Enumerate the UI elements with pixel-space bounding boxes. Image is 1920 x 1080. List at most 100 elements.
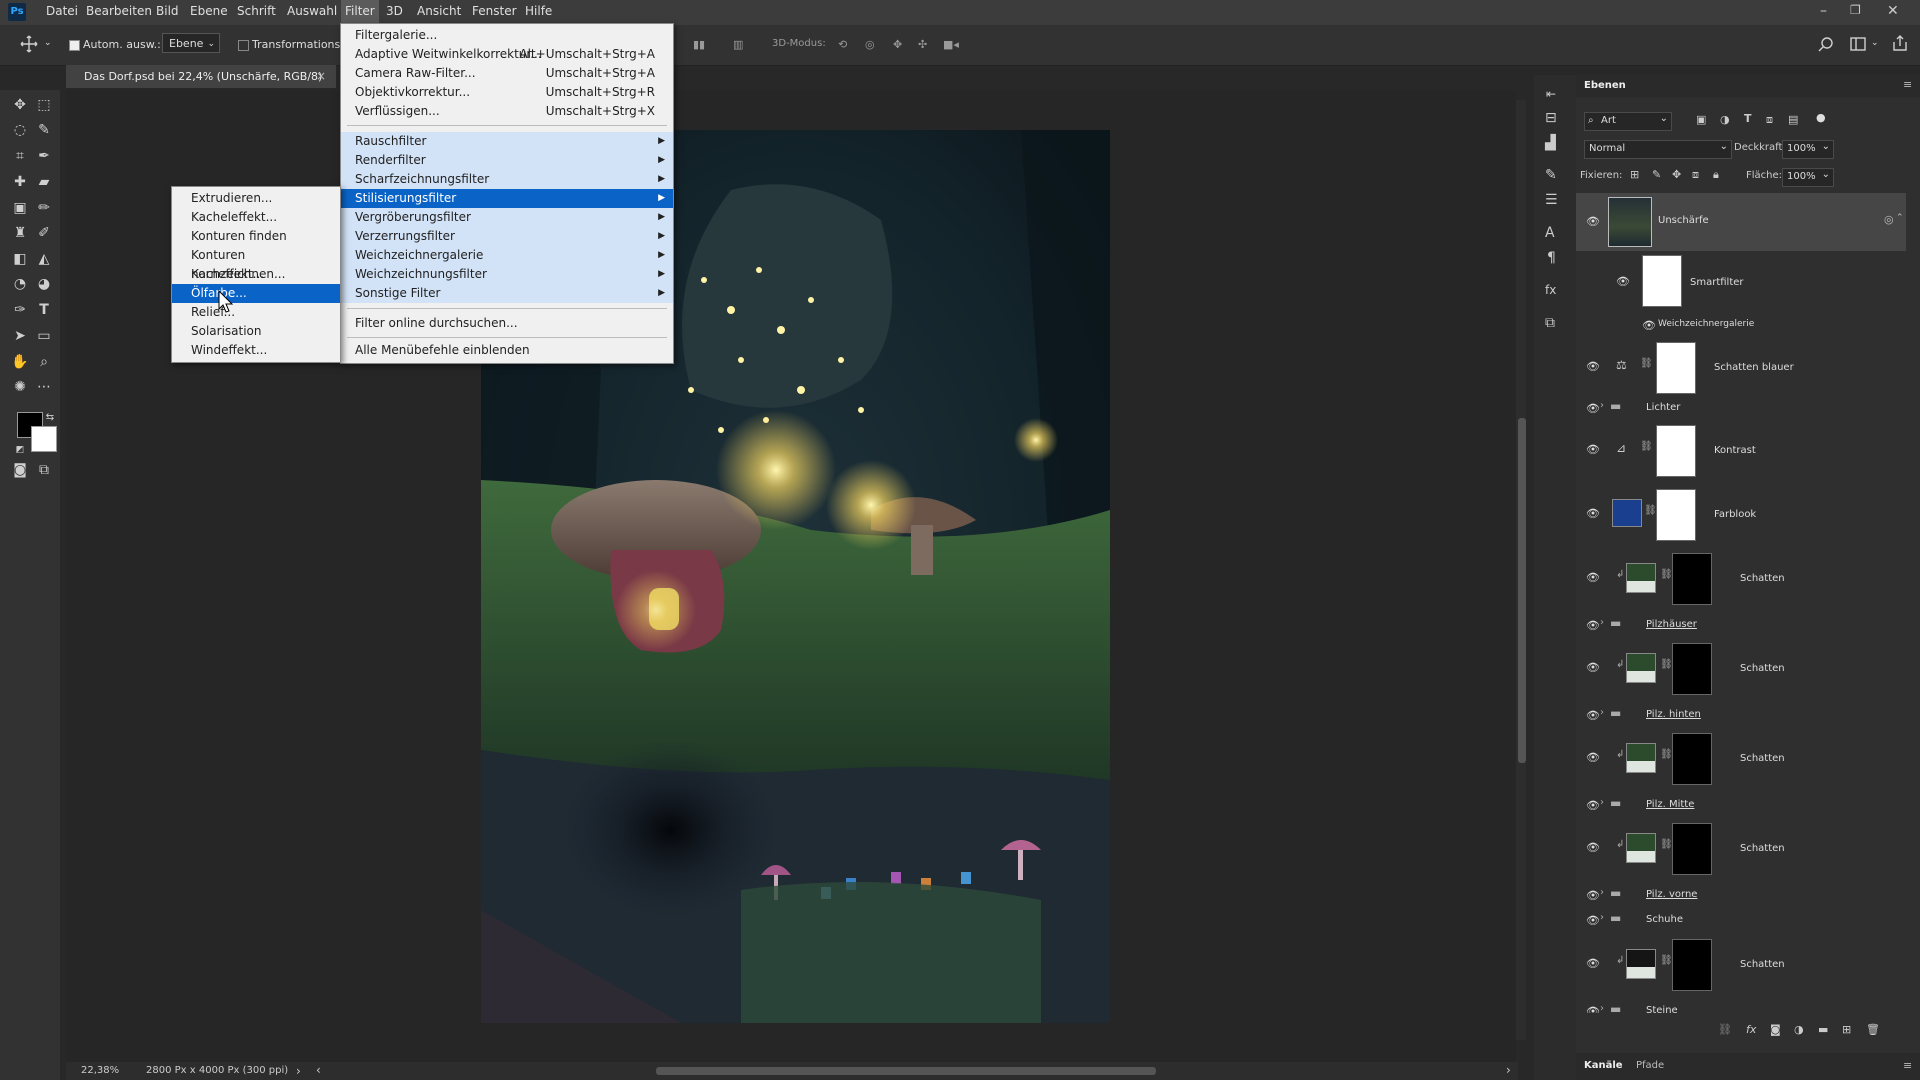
menu-item-kacheleffekt[interactable]: Kacheleffekt... [172,208,340,227]
layer-row[interactable]: 👁︎ › ▬ Lichter [1576,396,1906,420]
layer-name[interactable]: Pilz. vorne [1646,889,1697,900]
menu-item-sonstige-filter[interactable]: Sonstige Filter ▶ [341,284,673,303]
patch-tool-icon[interactable]: ▰ [34,172,54,192]
layer-name[interactable]: Schatten [1740,959,1785,970]
menu-item-konturen-finden[interactable]: Konturen finden [172,227,340,246]
layer-name[interactable]: Pilzhäuser [1646,619,1697,630]
menu-item-extrudieren[interactable]: Extrudieren... [172,189,340,208]
menu-datei[interactable]: Datei [46,4,78,18]
move-tool-icon[interactable] [20,35,38,56]
menu-item-weichzeichnungsfilter[interactable]: Weichzeichnungsfilter ▶ [341,265,673,284]
blend-mode-dropdown[interactable]: Normal ⌄ [1584,140,1732,159]
visibility-eye-icon[interactable]: 👁︎ [1586,841,1600,854]
filter-smart-object-icon[interactable]: ▤ [1788,113,1798,126]
menu-ansicht[interactable]: Ansicht [417,4,461,18]
delete-layer-icon[interactable]: 🗑︎ [1866,1023,1880,1036]
fill-field[interactable]: 100% ⌄ [1782,168,1834,187]
layer-row[interactable]: 👁︎ Unschärfe ◎ ⌃ [1576,193,1906,251]
layer-row[interactable]: 👁︎ ↲ ⛓︎ Schatten [1576,935,1906,993]
group-chevron-right-icon[interactable]: › [1600,400,1604,411]
scrollbar-thumb[interactable] [1518,418,1526,763]
layer-row[interactable]: 👁︎ ⚖︎ ⛓︎ Schatten blauer [1576,338,1906,396]
paragraph-icon[interactable]: ¶ [1547,250,1556,266]
horizontal-scrollbar-thumb[interactable] [656,1067,1156,1075]
menu-item-stilisierungsfilter[interactable]: Stilisierungsfilter ▶ [341,189,673,208]
layer-row[interactable]: 👁︎ › ▬ Pilzhäuser [1576,613,1906,637]
layer-filter-dropdown[interactable]: ⌕ Art ⌄ [1584,112,1672,131]
add-style-fx-icon[interactable]: fx [1746,1023,1756,1036]
crop-tool-icon[interactable]: ⌗ [10,146,30,166]
filter-adjustment-icon[interactable]: ◑ [1720,113,1730,126]
search-icon[interactable] [1818,36,1834,55]
group-chevron-right-icon[interactable]: › [1600,617,1604,628]
new-group-icon[interactable]: ▬ [1818,1023,1828,1036]
filter-toggle-icon[interactable]: ● [1816,111,1826,124]
close-window-icon[interactable]: ✕ [1887,3,1899,19]
visibility-eye-icon[interactable]: 👁︎ [1586,1005,1600,1013]
share-icon[interactable] [1892,35,1908,54]
layer-name[interactable]: Kontrast [1714,445,1756,456]
minimize-icon[interactable]: – [1820,3,1827,19]
visibility-eye-icon[interactable]: 👁︎ [1616,275,1630,288]
panel-menu-icon[interactable]: ≡ [1903,78,1912,91]
menu-item-scharfzeichnungsfilter[interactable]: Scharfzeichnungsfilter ▶ [341,170,673,189]
restore-icon[interactable]: ❐ [1850,3,1861,17]
rectangle-tool-icon[interactable]: ▭ [34,326,54,346]
layer-row[interactable]: 👁︎ › ▬ Pilz. Mitte [1576,793,1906,817]
menu-bild[interactable]: Bild [156,4,179,18]
menu-item-weichzeichnergalerie[interactable]: Weichzeichnergalerie ▶ [341,246,673,265]
libraries-icon[interactable]: ⧉ [1545,315,1555,331]
visibility-eye-icon[interactable]: 👁︎ [1586,957,1600,970]
menu-3d[interactable]: 3D [386,4,403,18]
layer-name[interactable]: Schatten [1740,573,1785,584]
menu-item-verzerrungsfilter[interactable]: Verzerrungsfilter ▶ [341,227,673,246]
close-tab-icon[interactable]: × [316,69,326,83]
zoom-tool-icon[interactable]: ⌕ [34,352,54,372]
menu-ebene[interactable]: Ebene [190,4,228,18]
quick-mask-icon[interactable]: ◙ [10,460,30,480]
layer-row[interactable]: 👁︎ › ▬ Pilz. vorne [1576,883,1906,907]
lasso-tool-icon[interactable]: ◌ [10,120,30,140]
adjustments-icon[interactable]: ☰ [1545,192,1558,208]
menu-item-objektivkorrektur[interactable]: Objektivkorrektur... Umschalt+Strg+R [341,83,673,102]
menu-item-camera-raw[interactable]: Camera Raw-Filter... Umschalt+Strg+A [341,64,673,83]
layer-row[interactable]: 👁︎ Smartfilter [1576,251,1906,315]
layer-name[interactable]: Schatten [1740,843,1785,854]
visibility-eye-icon[interactable]: 👁︎ [1586,799,1600,812]
type-tool-icon[interactable]: T [34,300,54,320]
collapse-panels-icon[interactable]: ⇤ [1546,87,1556,101]
layer-name[interactable]: Pilz. Mitte [1646,799,1694,810]
move-tool-icon[interactable]: ✥ [10,95,30,115]
visibility-eye-icon[interactable]: 👁︎ [1642,319,1656,332]
add-mask-icon[interactable]: ◙ [1770,1023,1781,1036]
paint-bucket-icon[interactable]: ◭ [34,249,54,269]
menu-item-filtergalerie[interactable]: Filtergalerie... [341,26,673,45]
lock-pixels-icon[interactable]: ✎ [1652,168,1661,181]
filter-shape-icon[interactable]: ⧈ [1766,113,1773,127]
visibility-eye-icon[interactable]: 👁︎ [1586,360,1600,373]
tab-kanaele[interactable]: Kanäle [1584,1060,1623,1071]
scroll-right-icon[interactable]: › [1506,1063,1511,1077]
group-chevron-right-icon[interactable]: › [1600,887,1604,898]
visibility-eye-icon[interactable]: 👁︎ [1586,661,1600,674]
menu-item-windeffekt[interactable]: Windeffekt... [172,341,340,360]
tab-ebenen[interactable]: Ebenen [1584,80,1626,91]
character-icon[interactable]: A [1545,225,1555,241]
path-select-icon[interactable]: ➤ [10,326,30,346]
menu-schrift[interactable]: Schrift [237,4,276,18]
marquee-tool-icon[interactable]: ⬚ [34,95,54,115]
menu-item-relief[interactable]: Relief... [172,303,340,322]
unlabeled-align-icon[interactable]: ▮▮ [693,38,705,51]
lock-artboard-icon[interactable]: ⧈ [1692,168,1699,182]
visibility-eye-icon[interactable]: 👁︎ [1586,571,1600,584]
visibility-eye-icon[interactable]: 👁︎ [1586,914,1600,927]
layer-name[interactable]: Schatten blauer [1714,362,1794,373]
pen-tool-icon[interactable]: ✑ [10,300,30,320]
layer-row[interactable]: 👁︎ › ▬ Steine [1576,999,1906,1013]
layer-name[interactable]: Schatten [1740,753,1785,764]
visibility-eye-icon[interactable]: 👁︎ [1586,709,1600,722]
layer-name[interactable]: Farblook [1714,509,1756,520]
chevron-down-icon[interactable]: ⌄ [44,38,52,48]
chevron-up-icon[interactable]: ⌃ [1896,213,1904,223]
layer-name[interactable]: Schuhe [1646,914,1683,925]
